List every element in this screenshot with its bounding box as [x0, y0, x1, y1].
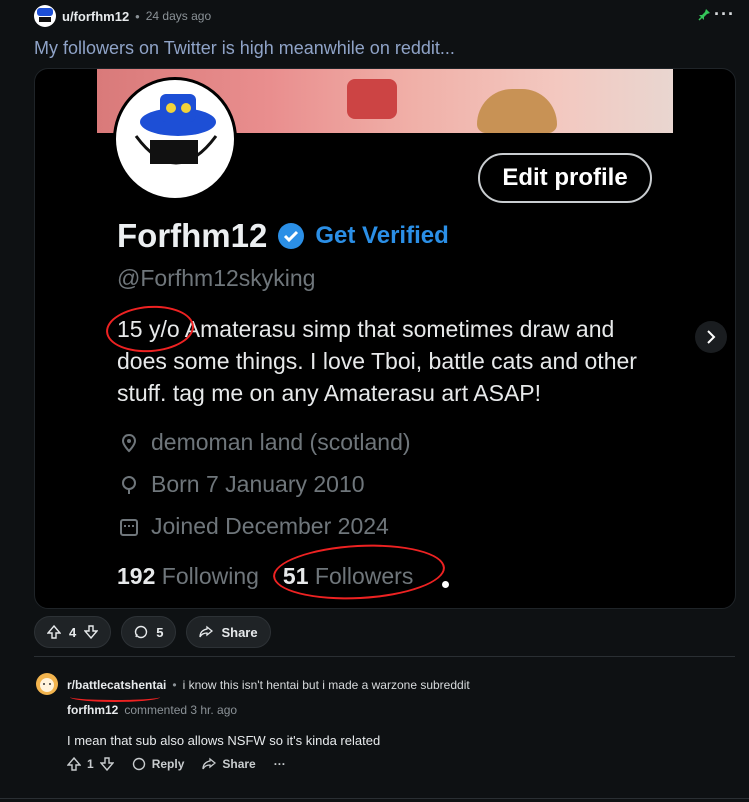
profile-bio: 15 y/o Amaterasu simp that sometimes dra…: [117, 316, 637, 406]
edit-profile-button: Edit profile: [478, 153, 652, 203]
born-row: Born 7 January 2010: [119, 471, 365, 498]
verified-badge-icon: [278, 223, 305, 249]
birthday-icon: [122, 475, 136, 494]
comment-header: r/battlecatshentai • i know this isn't h…: [67, 678, 470, 692]
separator-dot: •: [172, 678, 177, 692]
comments-button[interactable]: 5: [121, 616, 177, 648]
location-icon: [121, 433, 137, 452]
comment-author[interactable]: forfhm12: [67, 703, 118, 717]
subreddit-description: i know this isn't hentai but i made a wa…: [182, 678, 470, 692]
share-label: Share: [222, 757, 256, 771]
born-text: Born 7 January 2010: [151, 471, 365, 497]
share-label: Share: [221, 624, 258, 640]
comment-body: I mean that sub also allows NSFW so it's…: [67, 733, 381, 748]
joined-row: Joined December 2024: [119, 513, 389, 540]
display-name-text: Forfhm12: [117, 217, 268, 254]
vote-count: 4: [69, 624, 77, 640]
calendar-icon: [120, 518, 138, 536]
comment-subreddit-avatar[interactable]: [36, 673, 58, 695]
comment-icon: [135, 625, 148, 639]
post-header: u/forfhm12 • 24 days ago: [34, 4, 211, 28]
downvote-icon[interactable]: [99, 757, 114, 771]
get-verified-link: Get Verified: [315, 222, 449, 249]
comment-more-button[interactable]: ···: [274, 757, 286, 771]
post-actions: 4 5 Share: [34, 616, 271, 648]
following-label: Following: [161, 563, 259, 589]
location-text: demoman land (scotland): [151, 429, 411, 455]
comment-meta: forfhm12 commented 3 hr. ago: [67, 703, 237, 717]
comment-icon: [132, 757, 145, 771]
more-options-icon[interactable]: ···: [714, 4, 735, 25]
comment-share-button[interactable]: Share: [202, 757, 256, 771]
comment-time: commented 3 hr. ago: [124, 703, 238, 717]
comment-vote-group: 1: [67, 757, 114, 771]
twitter-profile-screenshot: Edit profile Forfhm12 Get Verified @Forf…: [97, 69, 673, 608]
carousel-next-button[interactable]: [695, 321, 727, 353]
share-button[interactable]: Share: [186, 616, 271, 648]
annotation-underline: [70, 692, 160, 702]
profile-picture: [113, 77, 237, 201]
joined-text: Joined December 2024: [151, 513, 389, 539]
separator-dot: •: [135, 8, 140, 24]
post-image[interactable]: Edit profile Forfhm12 Get Verified @Forf…: [34, 68, 736, 609]
reply-button[interactable]: Reply: [132, 757, 185, 771]
profile-handle: @Forfhm12skyking: [117, 265, 316, 291]
reply-label: Reply: [151, 757, 185, 771]
pin-icon[interactable]: [697, 8, 711, 25]
upvote-icon[interactable]: [67, 757, 81, 771]
comment-actions: 1 Reply Share ···: [67, 757, 286, 771]
post-time: 24 days ago: [145, 9, 212, 23]
following-stat: 192 Following: [117, 563, 259, 590]
divider: [0, 798, 749, 799]
comment-vote-count: 1: [87, 757, 94, 771]
comment-count: 5: [156, 624, 164, 640]
display-name: Forfhm12 Get Verified: [117, 217, 449, 255]
vote-group: 4: [34, 616, 112, 648]
location-row: demoman land (scotland): [119, 429, 411, 456]
share-icon: [199, 625, 214, 638]
downvote-icon[interactable]: [84, 625, 99, 639]
divider: [34, 656, 735, 657]
annotation-circle-followers: [271, 540, 447, 604]
author-link[interactable]: u/forfhm12: [62, 9, 129, 24]
author-avatar[interactable]: [34, 5, 56, 27]
upvote-icon[interactable]: [47, 625, 61, 639]
following-count: 192: [117, 563, 156, 589]
share-icon: [202, 757, 217, 770]
carousel-indicator: [442, 581, 449, 588]
subreddit-link[interactable]: r/battlecatshentai: [67, 678, 166, 692]
post-title[interactable]: My followers on Twitter is high meanwhil…: [34, 38, 455, 59]
